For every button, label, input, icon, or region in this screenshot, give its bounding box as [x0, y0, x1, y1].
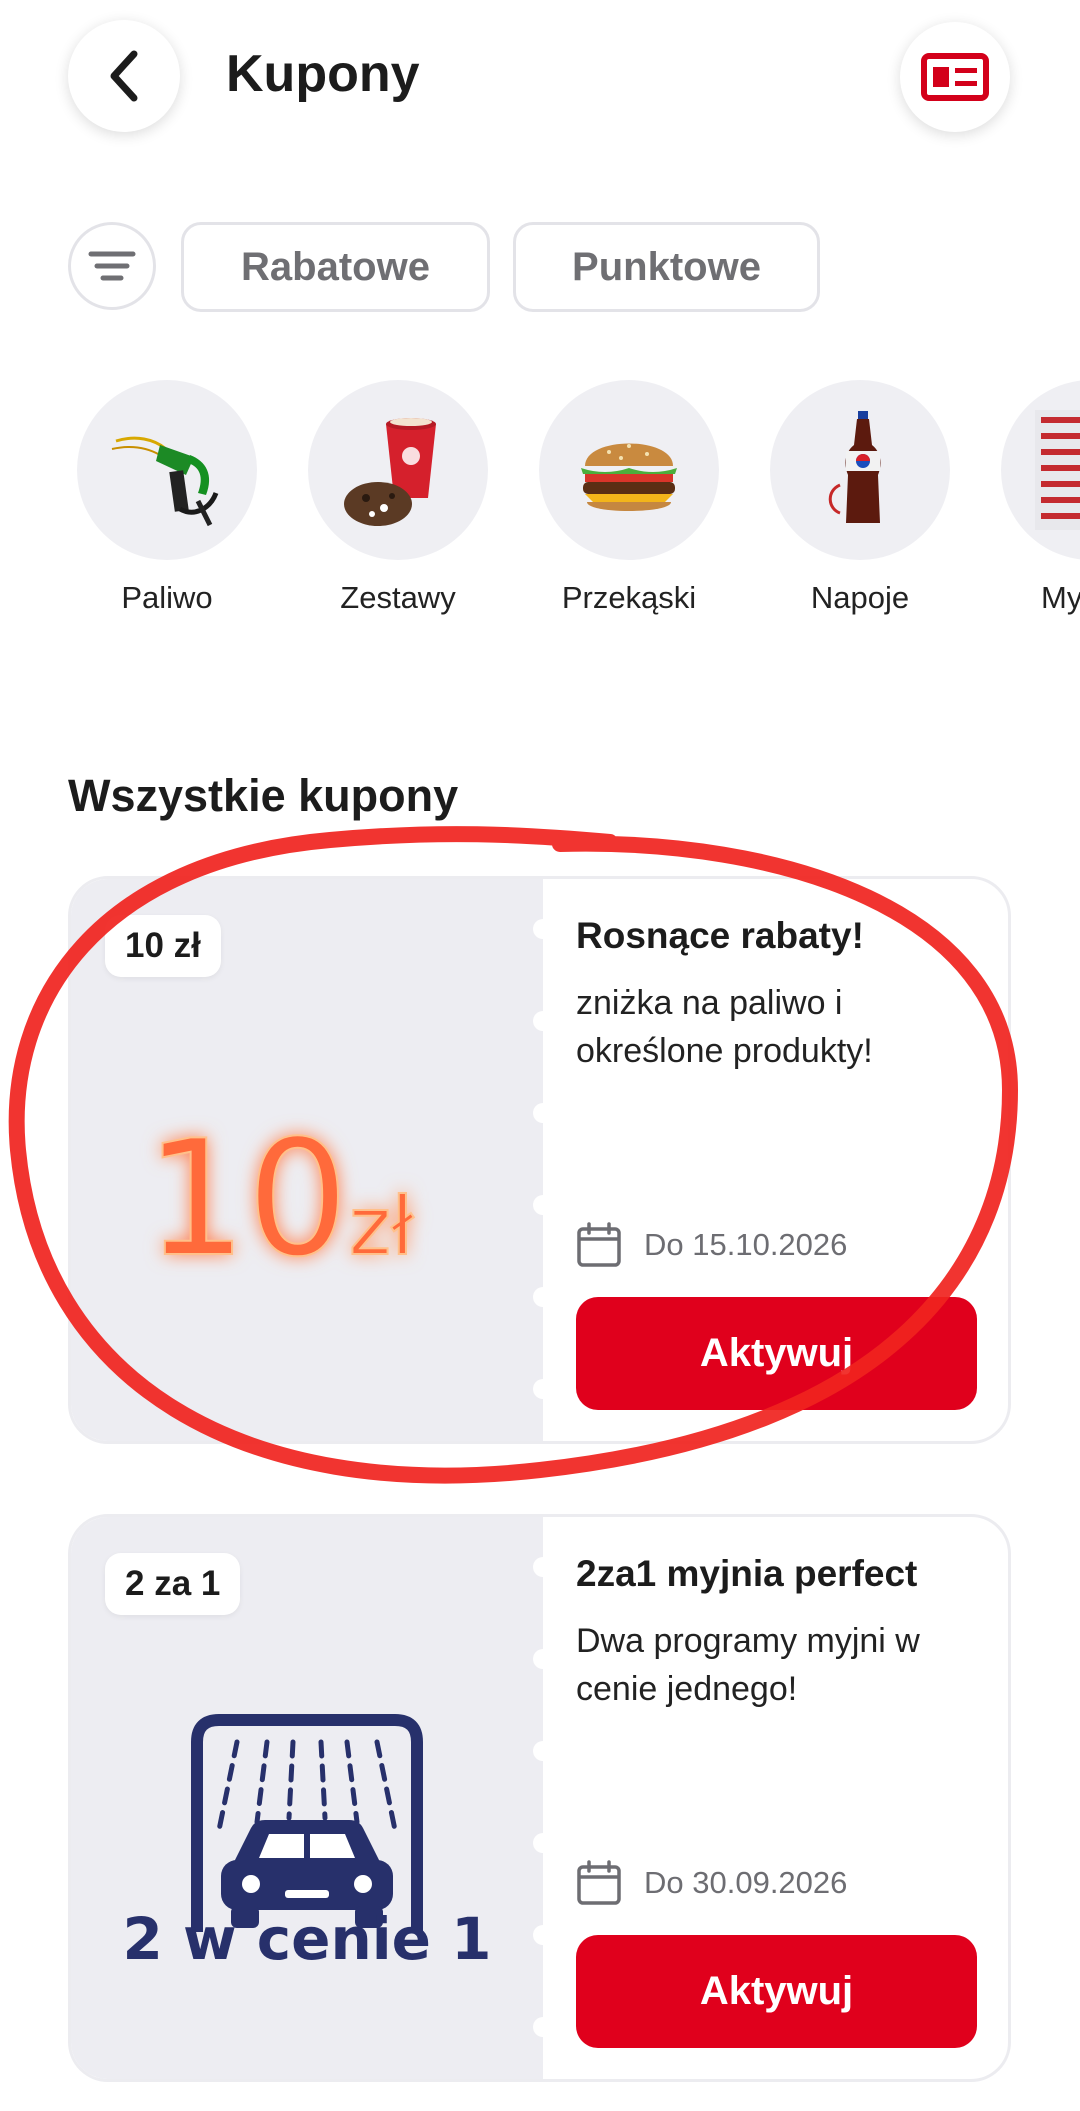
category-myjnia[interactable]: My	[1001, 380, 1080, 616]
coupon-expiry: Do 15.10.2026	[576, 1219, 847, 1271]
burger-image	[539, 380, 719, 560]
category-label: Paliwo	[121, 580, 213, 615]
coupon-date: Do 15.10.2026	[644, 1227, 848, 1262]
category-label: Przekąski	[561, 580, 697, 615]
category-carousel: Paliwo Zestawy Przekąski Napoje My	[0, 380, 1080, 630]
perforation	[533, 919, 553, 1419]
soda-bottle-image	[770, 380, 950, 560]
category-przekaski[interactable]: Przekąski	[539, 380, 719, 616]
coupon-description: Dwa programy myjni w cenie jednego!	[576, 1622, 920, 1708]
calendar-icon	[577, 1860, 621, 1905]
coupon-card[interactable]: 10 zł 10 zł Rosnące rabaty! zniżka na pa…	[68, 876, 1011, 1444]
filter-lines-icon	[88, 251, 136, 281]
activate-button[interactable]: Aktywuj	[576, 1297, 977, 1410]
coffee-cup-cookie-image	[308, 380, 488, 560]
id-card-icon	[921, 53, 989, 101]
coupon-date: Do 30.09.2026	[644, 1865, 848, 1900]
fuel-nozzle-image	[77, 380, 257, 560]
page-title: Kupony	[226, 45, 420, 103]
category-label: My	[1041, 580, 1080, 615]
chevron-left-icon	[110, 50, 138, 102]
activate-button[interactable]: Aktywuj	[576, 1935, 977, 2048]
category-label: Zestawy	[340, 580, 456, 615]
category-paliwo[interactable]: Paliwo	[77, 380, 257, 616]
loyalty-card-button[interactable]	[900, 22, 1010, 132]
coupon-badge: 10 zł	[105, 915, 221, 977]
back-button[interactable]	[68, 20, 180, 132]
car-wash-caption: 2 w cenie 1	[122, 1905, 492, 1973]
neon-unit: zł	[349, 1180, 414, 1273]
coupon-details: 2za1 myjnia perfect Dwa programy myjni w…	[576, 1517, 996, 2079]
car-wash-graphic	[71, 1627, 543, 2057]
coupon-image-area: 2 za 1 2 w cenie 1	[71, 1517, 543, 2079]
perforation	[533, 1557, 553, 2057]
coupon-card[interactable]: 2 za 1 2 w cenie 1 2za1 myjnia perfect D…	[68, 1514, 1011, 2082]
coupon-badge: 2 za 1	[105, 1553, 241, 1615]
neon-10zl-graphic: 10 zł	[71, 989, 543, 1419]
coupon-image-area: 10 zł 10 zł	[71, 879, 543, 1441]
coupon-details: Rosnące rabaty! zniżka na paliwo i okreś…	[576, 879, 996, 1441]
section-title: Wszystkie kupony	[68, 770, 459, 821]
calendar-icon	[577, 1222, 621, 1267]
coupon-title: Rosnące rabaty!	[576, 915, 864, 956]
coupon-description: zniżka na paliwo i określone produkty!	[576, 984, 873, 1070]
category-napoje[interactable]: Napoje	[770, 380, 950, 616]
category-zestawy[interactable]: Zestawy	[308, 380, 488, 616]
coupon-title: 2za1 myjnia perfect	[576, 1553, 918, 1594]
car-wash-brush-image	[1001, 380, 1080, 560]
filter-bar: Rabatowe Punktowe	[0, 222, 1080, 314]
coupon-expiry: Do 30.09.2026	[576, 1857, 847, 1909]
neon-number: 10	[145, 1105, 349, 1292]
chip-punktowe[interactable]: Punktowe	[513, 222, 820, 312]
filter-button[interactable]	[68, 222, 156, 310]
chip-rabatowe[interactable]: Rabatowe	[181, 222, 490, 312]
category-label: Napoje	[810, 580, 910, 615]
header: Kupony	[0, 0, 1080, 160]
